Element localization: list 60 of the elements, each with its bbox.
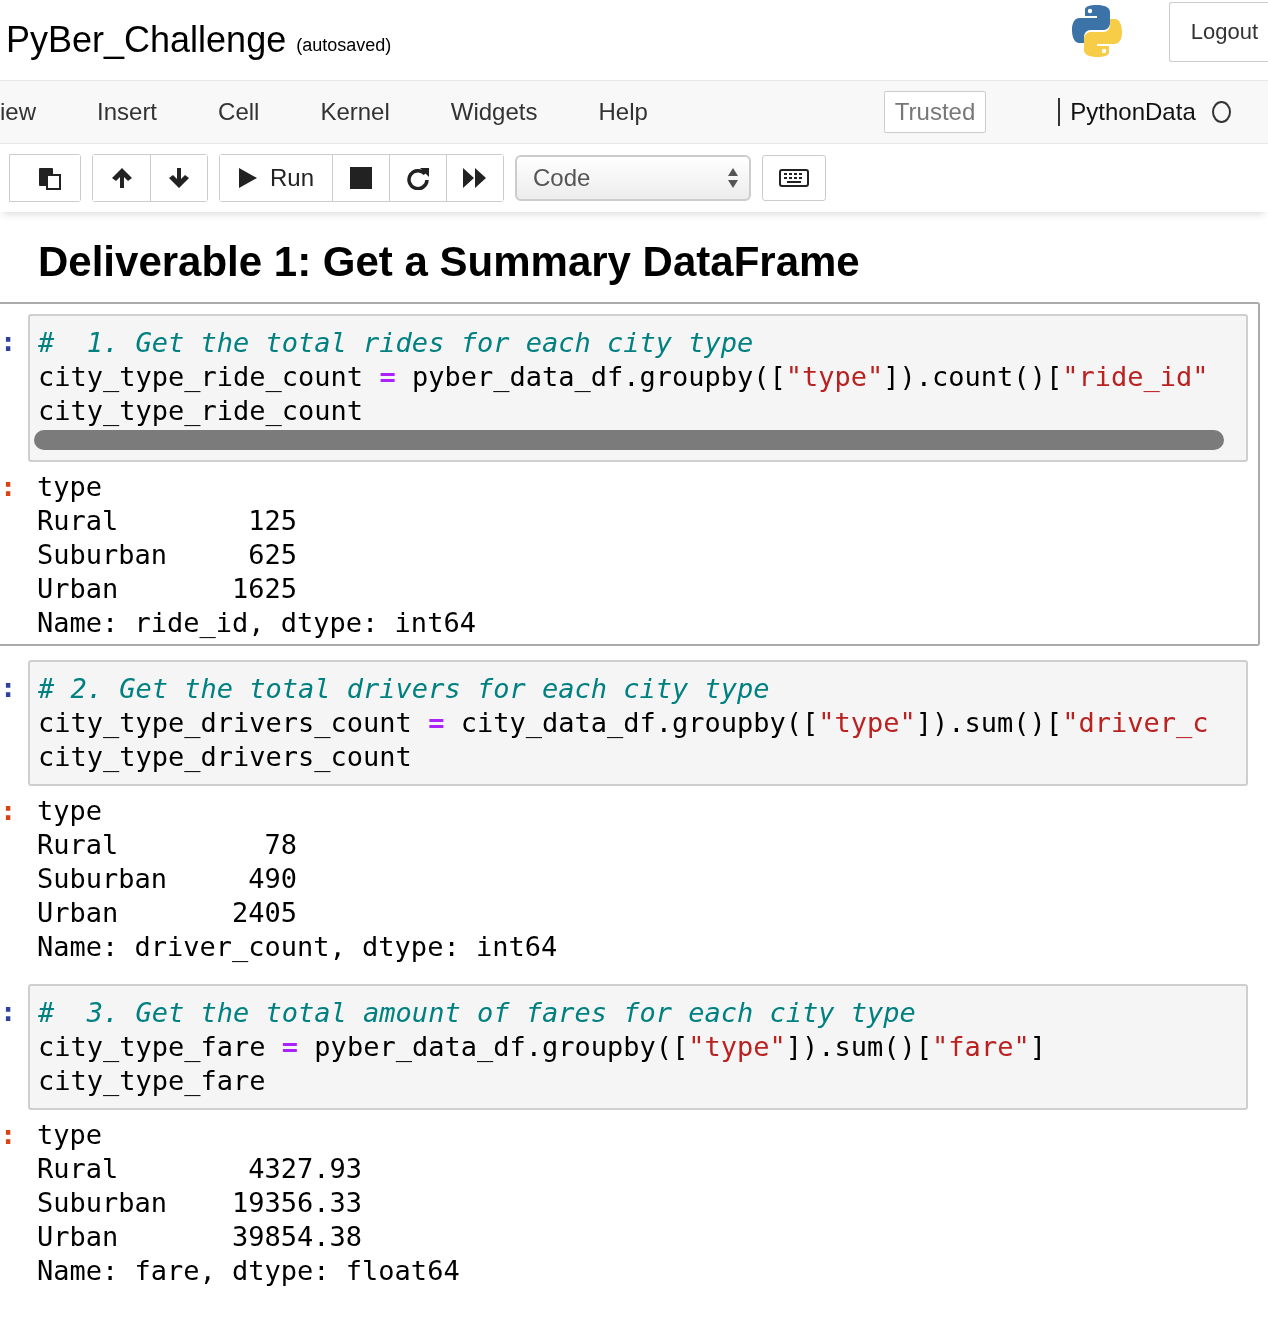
cell-type-dropdown[interactable]: Code <box>515 155 751 201</box>
horizontal-scrollbar[interactable] <box>34 430 1224 450</box>
play-icon <box>238 167 258 189</box>
trusted-indicator[interactable]: Trusted <box>883 91 987 133</box>
output-line: Urban 1625 <box>37 572 298 606</box>
notebook-cell[interactable] <box>0 302 1260 646</box>
output-line: Urban 39854.38 <box>37 1220 363 1254</box>
output-line: Rural 125 <box>37 504 298 538</box>
output-line: type <box>37 470 103 504</box>
output-prompt: : <box>0 794 18 828</box>
output-line: type <box>37 1118 103 1152</box>
paste-icon <box>37 165 63 191</box>
logout-button[interactable]: Logout <box>1168 2 1268 62</box>
input-prompt: : <box>0 325 18 359</box>
input-prompt: : <box>0 671 18 705</box>
notebook-title[interactable]: PyBer_Challenge <box>6 19 287 61</box>
output-line: Name: ride_id, dtype: int64 <box>37 606 476 640</box>
fast-forward-button[interactable] <box>446 155 503 201</box>
output-prompt: : <box>0 470 18 504</box>
dropdown-arrows-icon <box>727 166 739 190</box>
output-line: Name: fare, dtype: float64 <box>37 1254 460 1288</box>
keyboard-button[interactable] <box>762 155 826 201</box>
code-line: # 1. Get the total rides for each city type <box>38 326 754 360</box>
code-line: city_type_ride_count = pyber_data_df.groupby(["type"]).count()["ride_id" <box>38 360 1209 394</box>
arrow-down-icon <box>167 166 191 190</box>
output-line: Rural 78 <box>37 828 298 862</box>
menu-item[interactable]: iew <box>0 98 36 126</box>
code-line: # 2. Get the total drivers for each city type <box>38 672 770 706</box>
autosave-status: (autosaved) <box>296 34 392 56</box>
fast-forward-icon <box>462 167 488 189</box>
code-input[interactable]: # 3. Get the total amount of fares for each city type city_type_fare = pyber_data_df.groupby(["type"]).sum()["fare"] city_type_fare <box>28 984 1248 1110</box>
code-line: city_type_fare = pyber_data_df.groupby(["type"]).sum()["fare"] <box>38 1030 1046 1064</box>
section-heading: Deliverable 1: Get a Summary DataFrame <box>38 238 861 286</box>
menu-item[interactable]: Cell <box>218 98 260 126</box>
menu-item[interactable]: Kernel <box>320 98 390 126</box>
menu-item[interactable]: Insert <box>97 98 158 126</box>
output-line: Suburban 490 <box>37 862 298 896</box>
output-line: Urban 2405 <box>37 896 298 930</box>
menu-item[interactable]: Help <box>598 98 648 126</box>
code-line: city_type_drivers_count <box>38 740 412 774</box>
output-line: type <box>37 794 103 828</box>
keyboard-icon <box>779 169 809 187</box>
code-line: city_type_drivers_count = city_data_df.groupby(["type"]).sum()["driver_c <box>38 706 1209 740</box>
output-line: Name: driver_count, dtype: int64 <box>37 930 558 964</box>
kernel-status-icon <box>1211 101 1231 123</box>
output-line: Rural 4327.93 <box>37 1152 363 1186</box>
restart-icon <box>406 166 430 190</box>
output-prompt: : <box>0 1118 18 1152</box>
input-prompt: : <box>0 995 18 1029</box>
code-input[interactable]: # 2. Get the total drivers for each city type city_type_drivers_count = city_data_df.groupby(["type"]).sum()["driver_c city_type_drivers_count <box>28 660 1248 786</box>
stop-icon <box>350 167 372 189</box>
kernel-name[interactable]: PythonData <box>1058 98 1196 126</box>
code-input[interactable]: # 1. Get the total rides for each city type city_type_ride_count = pyber_data_df.groupby(["type"]).count()["ride_id" city_type_ride_count <box>28 314 1248 462</box>
menu-item[interactable]: Widgets <box>450 98 538 126</box>
code-line: city_type_fare <box>38 1064 266 1098</box>
output-line: Suburban 625 <box>37 538 298 572</box>
output-line: Suburban 19356.33 <box>37 1186 363 1220</box>
code-line: # 3. Get the total amount of fares for each city type <box>38 996 916 1030</box>
code-line: city_type_ride_count <box>38 394 364 428</box>
move-down-button[interactable] <box>150 155 207 201</box>
